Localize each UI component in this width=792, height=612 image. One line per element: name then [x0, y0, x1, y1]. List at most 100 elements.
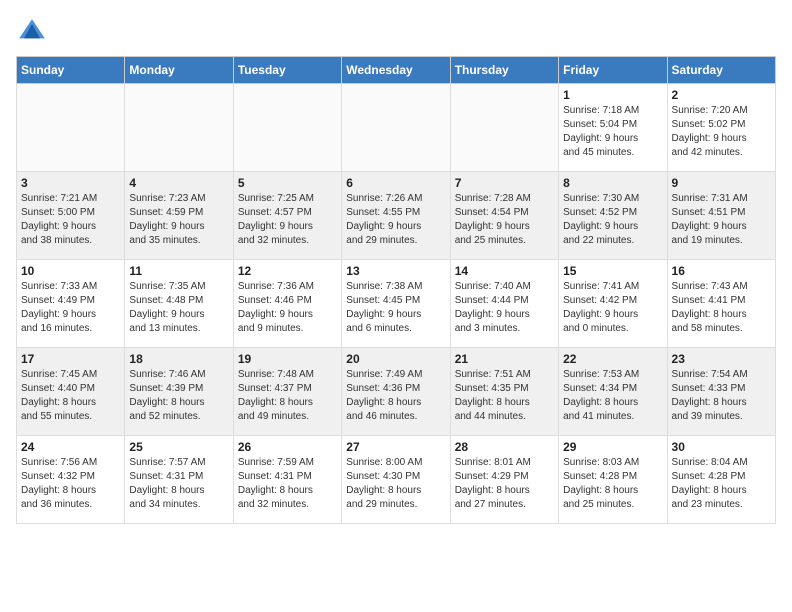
calendar-cell: [450, 84, 558, 172]
day-number: 28: [455, 440, 554, 454]
calendar-cell: 21 Sunrise: 7:51 AM Sunset: 4:35 PM Dayli…: [450, 348, 558, 436]
day-info: Sunrise: 7:35 AM Sunset: 4:48 PM Dayligh…: [129, 280, 228, 336]
logo: [16, 16, 52, 48]
day-info: Sunrise: 7:41 AM Sunset: 4:42 PM Dayligh…: [563, 280, 662, 336]
calendar-cell: 12 Sunrise: 7:36 AM Sunset: 4:46 PM Dayli…: [233, 260, 341, 348]
day-number: 21: [455, 352, 554, 366]
day-number: 6: [346, 176, 445, 190]
calendar-week-4: 17Sunrise: 7:45 AM Sunset: 4:40 PM Dayli…: [17, 348, 776, 436]
day-number: 2: [672, 88, 771, 102]
calendar-cell: 16 Sunrise: 7:43 AM Sunset: 4:41 PM Dayli…: [667, 260, 775, 348]
day-info: Sunrise: 8:01 AM Sunset: 4:29 PM Dayligh…: [455, 456, 554, 512]
day-number: 22: [563, 352, 662, 366]
calendar-cell: 29 Sunrise: 8:03 AM Sunset: 4:28 PM Dayli…: [559, 436, 667, 524]
day-info: Sunrise: 8:03 AM Sunset: 4:28 PM Dayligh…: [563, 456, 662, 512]
calendar-cell: 30 Sunrise: 8:04 AM Sunset: 4:28 PM Dayli…: [667, 436, 775, 524]
day-info: Sunrise: 7:53 AM Sunset: 4:34 PM Dayligh…: [563, 368, 662, 424]
day-number: 15: [563, 264, 662, 278]
day-info: Sunrise: 7:56 AM Sunset: 4:32 PM Dayligh…: [21, 456, 120, 512]
calendar-cell: 26 Sunrise: 7:59 AM Sunset: 4:31 PM Dayli…: [233, 436, 341, 524]
header-day-tuesday: Tuesday: [233, 57, 341, 84]
calendar-cell: 10Sunrise: 7:33 AM Sunset: 4:49 PM Dayli…: [17, 260, 125, 348]
day-number: 23: [672, 352, 771, 366]
day-number: 30: [672, 440, 771, 454]
calendar-cell: 7 Sunrise: 7:28 AM Sunset: 4:54 PM Daylig…: [450, 172, 558, 260]
day-info: Sunrise: 7:54 AM Sunset: 4:33 PM Dayligh…: [672, 368, 771, 424]
calendar-week-2: 3 Sunrise: 7:21 AM Sunset: 5:00 PM Daylig…: [17, 172, 776, 260]
day-info: Sunrise: 7:51 AM Sunset: 4:35 PM Dayligh…: [455, 368, 554, 424]
calendar-cell: 2Sunrise: 7:20 AM Sunset: 5:02 PM Daylig…: [667, 84, 775, 172]
day-number: 9: [672, 176, 771, 190]
calendar-cell: 25 Sunrise: 7:57 AM Sunset: 4:31 PM Dayli…: [125, 436, 233, 524]
day-info: Sunrise: 7:48 AM Sunset: 4:37 PM Dayligh…: [238, 368, 337, 424]
day-number: 16: [672, 264, 771, 278]
day-number: 27: [346, 440, 445, 454]
day-info: Sunrise: 8:04 AM Sunset: 4:28 PM Dayligh…: [672, 456, 771, 512]
day-info: Sunrise: 7:46 AM Sunset: 4:39 PM Dayligh…: [129, 368, 228, 424]
calendar-cell: 27 Sunrise: 8:00 AM Sunset: 4:30 PM Dayli…: [342, 436, 450, 524]
day-number: 19: [238, 352, 337, 366]
day-info: Sunrise: 7:31 AM Sunset: 4:51 PM Dayligh…: [672, 192, 771, 248]
day-number: 3: [21, 176, 120, 190]
day-number: 17: [21, 352, 120, 366]
day-number: 5: [238, 176, 337, 190]
header: [16, 16, 776, 48]
day-info: Sunrise: 7:40 AM Sunset: 4:44 PM Dayligh…: [455, 280, 554, 336]
logo-icon: [16, 16, 48, 48]
calendar-cell: 15 Sunrise: 7:41 AM Sunset: 4:42 PM Dayli…: [559, 260, 667, 348]
calendar-cell: 3 Sunrise: 7:21 AM Sunset: 5:00 PM Daylig…: [17, 172, 125, 260]
calendar-cell: 23 Sunrise: 7:54 AM Sunset: 4:33 PM Dayli…: [667, 348, 775, 436]
day-info: Sunrise: 7:49 AM Sunset: 4:36 PM Dayligh…: [346, 368, 445, 424]
day-info: Sunrise: 7:26 AM Sunset: 4:55 PM Dayligh…: [346, 192, 445, 248]
calendar-cell: [17, 84, 125, 172]
calendar-cell: 5 Sunrise: 7:25 AM Sunset: 4:57 PM Daylig…: [233, 172, 341, 260]
calendar-cell: 1Sunrise: 7:18 AM Sunset: 5:04 PM Daylig…: [559, 84, 667, 172]
header-day-friday: Friday: [559, 57, 667, 84]
calendar-cell: 18 Sunrise: 7:46 AM Sunset: 4:39 PM Dayli…: [125, 348, 233, 436]
day-info: Sunrise: 7:36 AM Sunset: 4:46 PM Dayligh…: [238, 280, 337, 336]
calendar-cell: [342, 84, 450, 172]
day-number: 11: [129, 264, 228, 278]
header-day-thursday: Thursday: [450, 57, 558, 84]
day-info: Sunrise: 7:21 AM Sunset: 5:00 PM Dayligh…: [21, 192, 120, 248]
day-info: Sunrise: 8:00 AM Sunset: 4:30 PM Dayligh…: [346, 456, 445, 512]
calendar-cell: 4Sunrise: 7:23 AM Sunset: 4:59 PM Daylig…: [125, 172, 233, 260]
header-day-sunday: Sunday: [17, 57, 125, 84]
calendar-cell: 24Sunrise: 7:56 AM Sunset: 4:32 PM Dayli…: [17, 436, 125, 524]
calendar-week-3: 10Sunrise: 7:33 AM Sunset: 4:49 PM Dayli…: [17, 260, 776, 348]
day-info: Sunrise: 7:43 AM Sunset: 4:41 PM Dayligh…: [672, 280, 771, 336]
calendar-cell: [233, 84, 341, 172]
day-number: 13: [346, 264, 445, 278]
calendar-cell: 28 Sunrise: 8:01 AM Sunset: 4:29 PM Dayli…: [450, 436, 558, 524]
day-info: Sunrise: 7:28 AM Sunset: 4:54 PM Dayligh…: [455, 192, 554, 248]
day-info: Sunrise: 7:57 AM Sunset: 4:31 PM Dayligh…: [129, 456, 228, 512]
day-number: 26: [238, 440, 337, 454]
day-number: 12: [238, 264, 337, 278]
calendar-cell: [125, 84, 233, 172]
header-day-monday: Monday: [125, 57, 233, 84]
day-number: 7: [455, 176, 554, 190]
day-info: Sunrise: 7:18 AM Sunset: 5:04 PM Dayligh…: [563, 104, 662, 160]
day-info: Sunrise: 7:33 AM Sunset: 4:49 PM Dayligh…: [21, 280, 120, 336]
calendar-cell: 9 Sunrise: 7:31 AM Sunset: 4:51 PM Daylig…: [667, 172, 775, 260]
calendar-week-5: 24Sunrise: 7:56 AM Sunset: 4:32 PM Dayli…: [17, 436, 776, 524]
day-info: Sunrise: 7:25 AM Sunset: 4:57 PM Dayligh…: [238, 192, 337, 248]
day-number: 25: [129, 440, 228, 454]
day-number: 20: [346, 352, 445, 366]
day-info: Sunrise: 7:30 AM Sunset: 4:52 PM Dayligh…: [563, 192, 662, 248]
calendar-cell: 6 Sunrise: 7:26 AM Sunset: 4:55 PM Daylig…: [342, 172, 450, 260]
calendar-cell: 19 Sunrise: 7:48 AM Sunset: 4:37 PM Dayli…: [233, 348, 341, 436]
header-row: SundayMondayTuesdayWednesdayThursdayFrid…: [17, 57, 776, 84]
day-number: 14: [455, 264, 554, 278]
calendar-body: 1Sunrise: 7:18 AM Sunset: 5:04 PM Daylig…: [17, 84, 776, 524]
day-info: Sunrise: 7:38 AM Sunset: 4:45 PM Dayligh…: [346, 280, 445, 336]
calendar-cell: 8Sunrise: 7:30 AM Sunset: 4:52 PM Daylig…: [559, 172, 667, 260]
day-info: Sunrise: 7:59 AM Sunset: 4:31 PM Dayligh…: [238, 456, 337, 512]
day-number: 4: [129, 176, 228, 190]
day-number: 18: [129, 352, 228, 366]
day-number: 29: [563, 440, 662, 454]
calendar: SundayMondayTuesdayWednesdayThursdayFrid…: [16, 56, 776, 524]
calendar-cell: 11 Sunrise: 7:35 AM Sunset: 4:48 PM Dayli…: [125, 260, 233, 348]
header-day-saturday: Saturday: [667, 57, 775, 84]
calendar-cell: 13 Sunrise: 7:38 AM Sunset: 4:45 PM Dayli…: [342, 260, 450, 348]
